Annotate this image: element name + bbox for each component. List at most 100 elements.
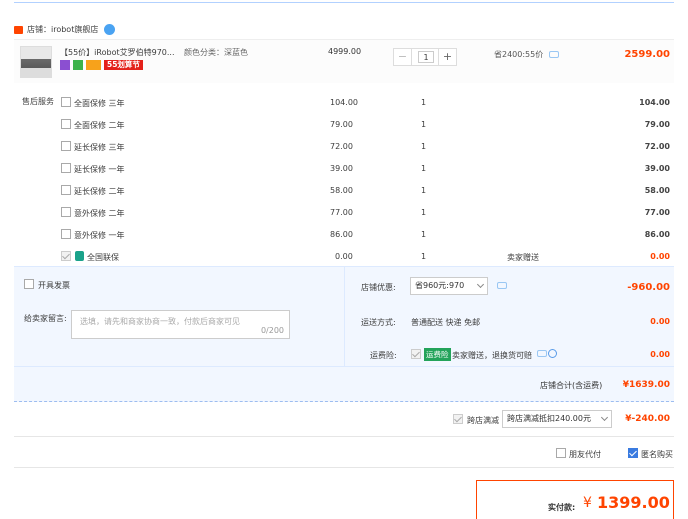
service-checkbox[interactable] <box>61 185 71 195</box>
divider <box>14 467 674 468</box>
service-row: 延长保修 二年 58.00 1 58.00 <box>14 182 674 202</box>
chevron-down-icon <box>476 280 485 289</box>
national-checkbox[interactable] <box>61 251 71 261</box>
service-name: 全面保修 三年 <box>74 99 125 108</box>
help-icon[interactable] <box>548 349 557 358</box>
service-total: 39.00 <box>644 164 670 173</box>
panel-divider <box>344 267 345 367</box>
chat-bubble-icon[interactable] <box>549 51 559 58</box>
header-divider <box>14 0 674 3</box>
final-currency: ¥ <box>583 495 592 511</box>
message-placeholder: 选填，请先和商家协商一致，付款后商家可见 <box>80 317 240 326</box>
service-name: 意外保修 一年 <box>74 231 125 240</box>
badge-icon-purple <box>60 60 70 70</box>
service-total: 86.00 <box>644 230 670 239</box>
service-price: 79.00 <box>330 120 353 129</box>
store-total-label: 店铺合计(含运费) <box>540 381 603 390</box>
service-checkbox[interactable] <box>61 207 71 217</box>
message-count: 0/200 <box>260 326 284 335</box>
invoice-checkbox[interactable] <box>24 279 34 289</box>
badge-icon-green <box>73 60 83 70</box>
saving-text: 省2400:55价 <box>494 50 544 59</box>
promo-badge: 55划算节 <box>104 60 143 70</box>
friend-pay-checkbox[interactable] <box>556 448 566 458</box>
service-qty: 1 <box>421 186 427 195</box>
service-price: 104.00 <box>330 98 358 107</box>
cross-store-checkbox[interactable] <box>453 414 463 424</box>
service-total: 79.00 <box>644 120 670 129</box>
national-total: 0.00 <box>650 252 670 261</box>
service-price: 77.00 <box>330 208 353 217</box>
service-total: 104.00 <box>639 98 670 107</box>
cross-store-amount: ¥-240.00 <box>625 414 670 424</box>
insurance-value: 卖家赠送，退换货可赔 <box>452 351 532 360</box>
discount-value: 省960元:970 <box>415 281 465 290</box>
service-total: 77.00 <box>644 208 670 217</box>
service-checkbox[interactable] <box>61 229 71 239</box>
chat-icon[interactable] <box>104 24 115 35</box>
service-price: 39.00 <box>330 164 353 173</box>
service-row: 全面保修 三年 104.00 1 104.00 <box>14 94 674 114</box>
anonymous-checkbox[interactable] <box>628 448 638 458</box>
insurance-checkbox[interactable] <box>411 349 421 359</box>
store-name[interactable]: 店铺：irobot旗舰店 <box>27 24 98 35</box>
card-icon <box>86 60 101 70</box>
cross-store-label: 跨店满减 <box>467 416 499 425</box>
final-payment-box: 实付款: ¥ 1399.00 <box>476 480 674 519</box>
service-total: 72.00 <box>644 142 670 151</box>
shipping-amount: 0.00 <box>650 317 670 326</box>
product-spec: 颜色分类：深蓝色 <box>184 48 248 57</box>
qty-minus-button[interactable]: − <box>394 49 412 65</box>
service-price: 72.00 <box>330 142 353 151</box>
service-qty: 1 <box>421 230 427 239</box>
invoice-label: 开具发票 <box>38 281 70 290</box>
product-price: 2599.00 <box>624 49 670 60</box>
chevron-down-icon <box>600 413 609 422</box>
qty-input[interactable]: 1 <box>418 51 434 63</box>
service-checkbox[interactable] <box>61 97 71 107</box>
service-qty: 1 <box>421 164 427 173</box>
service-name: 延长保修 二年 <box>74 187 125 196</box>
shipping-value: 普通配送 快递 免邮 <box>411 318 481 327</box>
chat-bubble-icon[interactable] <box>497 282 507 289</box>
store-total-amount: ¥1639.00 <box>622 380 670 390</box>
insurance-badge: 运费险 <box>424 348 451 361</box>
service-qty: 1 <box>421 120 427 129</box>
product-title[interactable]: 【55价】iRobot艾罗伯特970... <box>60 47 175 58</box>
service-qty: 1 <box>421 208 427 217</box>
shipping-label: 运送方式: <box>361 318 396 327</box>
panel-divider-2 <box>14 366 674 367</box>
service-row: 意外保修 一年 86.00 1 86.00 <box>14 226 674 246</box>
service-name: 延长保修 一年 <box>74 165 125 174</box>
service-checkbox[interactable] <box>61 141 71 151</box>
cross-store-value: 跨店满减抵扣240.00元 <box>507 414 591 423</box>
service-checkbox[interactable] <box>61 163 71 173</box>
national-note: 卖家赠送 <box>507 253 539 262</box>
qty-stepper[interactable]: − 1 + <box>393 48 457 66</box>
product-thumbnail[interactable] <box>20 46 52 78</box>
service-name: 全面保修 二年 <box>74 121 125 130</box>
qty-plus-button[interactable]: + <box>438 49 456 65</box>
service-row: 意外保修 二年 77.00 1 77.00 <box>14 204 674 224</box>
service-name: 延长保修 三年 <box>74 143 125 152</box>
original-price: 4999.00 <box>328 47 362 56</box>
chat-bubble-icon[interactable] <box>537 350 547 357</box>
anonymous-label: 匿名购买 <box>641 450 673 459</box>
store-icon <box>14 26 23 34</box>
discount-amount: -960.00 <box>627 282 670 293</box>
service-name: 意外保修 二年 <box>74 209 125 218</box>
friend-pay-label: 朋友代付 <box>569 450 601 459</box>
service-checkbox[interactable] <box>61 119 71 129</box>
service-row: 延长保修 三年 72.00 1 72.00 <box>14 138 674 158</box>
national-name: 全国联保 <box>87 253 119 262</box>
message-label: 给卖家留言: <box>24 314 67 323</box>
service-qty: 1 <box>421 142 427 151</box>
product-row: 【55价】iRobot艾罗伯特970... 颜色分类：深蓝色 55划算节 499… <box>14 39 674 83</box>
final-amount: 1399.00 <box>597 493 670 512</box>
cross-store-select[interactable]: 跨店满减抵扣240.00元 <box>502 410 612 428</box>
message-textarea[interactable]: 选填，请先和商家协商一致，付款后商家可见 0/200 <box>71 310 290 339</box>
service-price: 58.00 <box>330 186 353 195</box>
discount-select[interactable]: 省960元:970 <box>410 277 488 295</box>
national-qty: 1 <box>421 252 427 261</box>
divider <box>14 436 674 437</box>
